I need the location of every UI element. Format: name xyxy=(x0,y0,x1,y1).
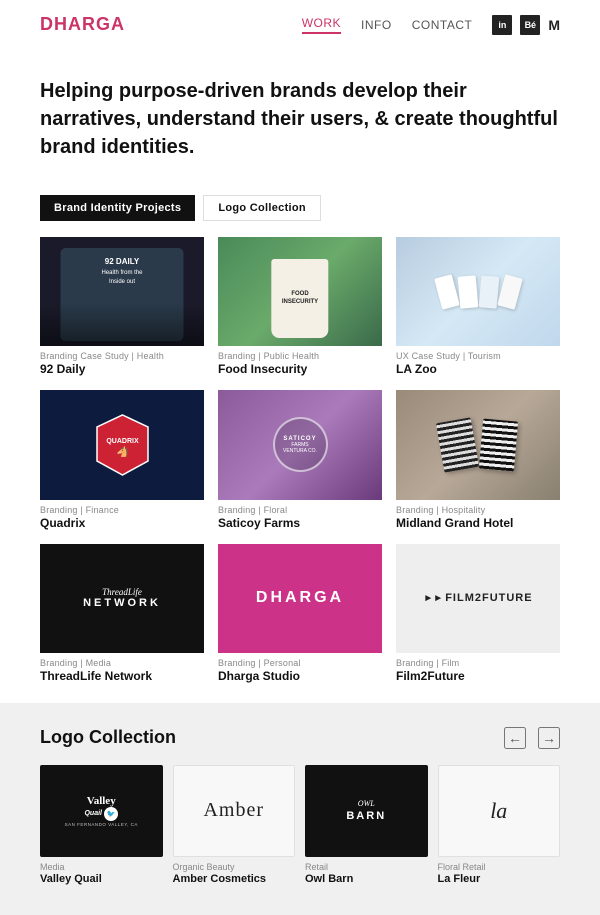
logo-category-valley-quail: Media xyxy=(40,862,163,872)
portfolio-item-dharga-studio[interactable]: DHARGA Branding | Personal Dharga Studio xyxy=(218,544,382,683)
hero-section: Helping purpose-driven brands develop th… xyxy=(0,49,600,181)
portfolio-label-midland: Branding | Hospitality Midland Grand Hot… xyxy=(396,505,560,530)
portfolio-title-midland: Midland Grand Hotel xyxy=(396,516,560,530)
logo-category-owl-barn: Retail xyxy=(305,862,428,872)
portfolio-category-lazoo: UX Case Study | Tourism xyxy=(396,351,560,361)
medium-icon[interactable]: M xyxy=(548,17,560,33)
site-logo[interactable]: DHARGA xyxy=(40,14,125,35)
linkedin-icon[interactable]: in xyxy=(492,15,512,35)
portfolio-title-quadrix: Quadrix xyxy=(40,516,204,530)
portfolio-item-92daily[interactable]: 92 DAILY Health from theInside out Brand… xyxy=(40,237,204,376)
nav-work[interactable]: WORK xyxy=(302,16,341,34)
portfolio-item-film2future[interactable]: ►► FILM2FUTURE Branding | Film Film2Futu… xyxy=(396,544,560,683)
portfolio-category-92daily: Branding Case Study | Health xyxy=(40,351,204,361)
portfolio-item-food[interactable]: FOODINSECURITY Branding | Public Health … xyxy=(218,237,382,376)
filter-bar: Brand Identity Projects Logo Collection xyxy=(0,181,600,237)
portfolio-title-film2future: Film2Future xyxy=(396,669,560,683)
amber-wordmark: Amber xyxy=(203,799,264,822)
logo-thumb-owl-barn: OWL BARN xyxy=(305,765,428,857)
portfolio-item-lazoo[interactable]: UX Case Study | Tourism LA Zoo xyxy=(396,237,560,376)
portfolio-title-lazoo: LA Zoo xyxy=(396,362,560,376)
owl-barn-wordmark: OWL BARN xyxy=(346,798,386,825)
portfolio-item-quadrix[interactable]: QUADRIX 🐴 Branding | Finance Quadrix xyxy=(40,390,204,529)
portfolio-label-food: Branding | Public Health Food Insecurity xyxy=(218,351,382,376)
logo-title-la-fleur: La Fleur xyxy=(438,873,561,885)
logo-prev-arrow[interactable]: ← xyxy=(504,727,526,749)
logo-item-valley-quail[interactable]: Valley Quail 🐦 SAN FERNANDO VALLEY, CA M… xyxy=(40,765,163,885)
portfolio-thumb-film2future: ►► FILM2FUTURE xyxy=(396,544,560,653)
la-fleur-wordmark: la xyxy=(490,798,507,824)
logo-item-owl-barn[interactable]: OWL BARN Retail Owl Barn xyxy=(305,765,428,885)
portfolio-thumb-threadlife: ThreadLife NETWORK xyxy=(40,544,204,653)
logo-category-amber: Organic Beauty xyxy=(173,862,296,872)
logo-category-la-fleur: Floral Retail xyxy=(438,862,561,872)
portfolio-thumb-lazoo xyxy=(396,237,560,346)
portfolio-title-food: Food Insecurity xyxy=(218,362,382,376)
dharga-studio-wordmark: DHARGA xyxy=(256,589,344,607)
portfolio-thumb-food: FOODINSECURITY xyxy=(218,237,382,346)
portfolio-label-threadlife: Branding | Media ThreadLife Network xyxy=(40,658,204,683)
logo-items-row: Valley Quail 🐦 SAN FERNANDO VALLEY, CA M… xyxy=(40,765,560,885)
portfolio-item-threadlife[interactable]: ThreadLife NETWORK Branding | Media Thre… xyxy=(40,544,204,683)
logo-title-owl-barn: Owl Barn xyxy=(305,873,428,885)
logo-collection-header: Logo Collection ← → xyxy=(40,727,560,749)
logo-thumb-amber: Amber xyxy=(173,765,296,857)
behance-icon[interactable]: Bé xyxy=(520,15,540,35)
logo-item-la-fleur[interactable]: la Floral Retail La Fleur xyxy=(438,765,561,885)
logo-collection-section: Logo Collection ← → Valley Quail 🐦 SAN F… xyxy=(0,703,600,915)
portfolio-grid: 92 DAILY Health from theInside out Brand… xyxy=(0,237,600,683)
portfolio-category-film2future: Branding | Film xyxy=(396,658,560,668)
portfolio-category-food: Branding | Public Health xyxy=(218,351,382,361)
portfolio-label-lazoo: UX Case Study | Tourism LA Zoo xyxy=(396,351,560,376)
logo-next-arrow[interactable]: → xyxy=(538,727,560,749)
portfolio-thumb-quadrix: QUADRIX 🐴 xyxy=(40,390,204,499)
logo-title-valley-quail: Valley Quail xyxy=(40,873,163,885)
nav-contact[interactable]: CONTACT xyxy=(412,18,473,32)
social-icons: in Bé M xyxy=(492,15,560,35)
filter-brand-identity[interactable]: Brand Identity Projects xyxy=(40,195,195,221)
portfolio-label-quadrix: Branding | Finance Quadrix xyxy=(40,505,204,530)
portfolio-label-film2future: Branding | Film Film2Future xyxy=(396,658,560,683)
portfolio-thumb-midland xyxy=(396,390,560,499)
logo-thumb-valley-quail: Valley Quail 🐦 SAN FERNANDO VALLEY, CA xyxy=(40,765,163,857)
logo-thumb-la-fleur: la xyxy=(438,765,561,857)
svg-text:🐴: 🐴 xyxy=(116,445,130,458)
portfolio-title-saticoy: Saticoy Farms xyxy=(218,516,382,530)
portfolio-item-saticoy[interactable]: SATICOY FARMS VENTURA CO. Branding | Flo… xyxy=(218,390,382,529)
portfolio-title-92daily: 92 Daily xyxy=(40,362,204,376)
portfolio-thumb-saticoy: SATICOY FARMS VENTURA CO. xyxy=(218,390,382,499)
logo-nav-arrows: ← → xyxy=(504,727,560,749)
portfolio-category-quadrix: Branding | Finance xyxy=(40,505,204,515)
svg-text:QUADRIX: QUADRIX xyxy=(106,438,139,445)
portfolio-category-dharga-studio: Branding | Personal xyxy=(218,658,382,668)
logo-item-amber[interactable]: Amber Organic Beauty Amber Cosmetics xyxy=(173,765,296,885)
portfolio-label-92daily: Branding Case Study | Health 92 Daily xyxy=(40,351,204,376)
main-nav: WORK INFO CONTACT in Bé M xyxy=(302,15,560,35)
portfolio-item-midland[interactable]: Branding | Hospitality Midland Grand Hot… xyxy=(396,390,560,529)
portfolio-category-saticoy: Branding | Floral xyxy=(218,505,382,515)
site-header: DHARGA WORK INFO CONTACT in Bé M xyxy=(0,0,600,49)
portfolio-title-dharga-studio: Dharga Studio xyxy=(218,669,382,683)
portfolio-thumb-dharga: DHARGA xyxy=(218,544,382,653)
logo-title-amber: Amber Cosmetics xyxy=(173,873,296,885)
portfolio-label-saticoy: Branding | Floral Saticoy Farms xyxy=(218,505,382,530)
portfolio-title-threadlife: ThreadLife Network xyxy=(40,669,204,683)
nav-info[interactable]: INFO xyxy=(361,18,392,32)
portfolio-category-midland: Branding | Hospitality xyxy=(396,505,560,515)
hero-headline: Helping purpose-driven brands develop th… xyxy=(40,77,560,161)
portfolio-thumb-92daily: 92 DAILY Health from theInside out xyxy=(40,237,204,346)
portfolio-label-dharga-studio: Branding | Personal Dharga Studio xyxy=(218,658,382,683)
portfolio-category-threadlife: Branding | Media xyxy=(40,658,204,668)
logo-collection-title: Logo Collection xyxy=(40,727,176,748)
filter-logo-collection[interactable]: Logo Collection xyxy=(203,195,321,221)
